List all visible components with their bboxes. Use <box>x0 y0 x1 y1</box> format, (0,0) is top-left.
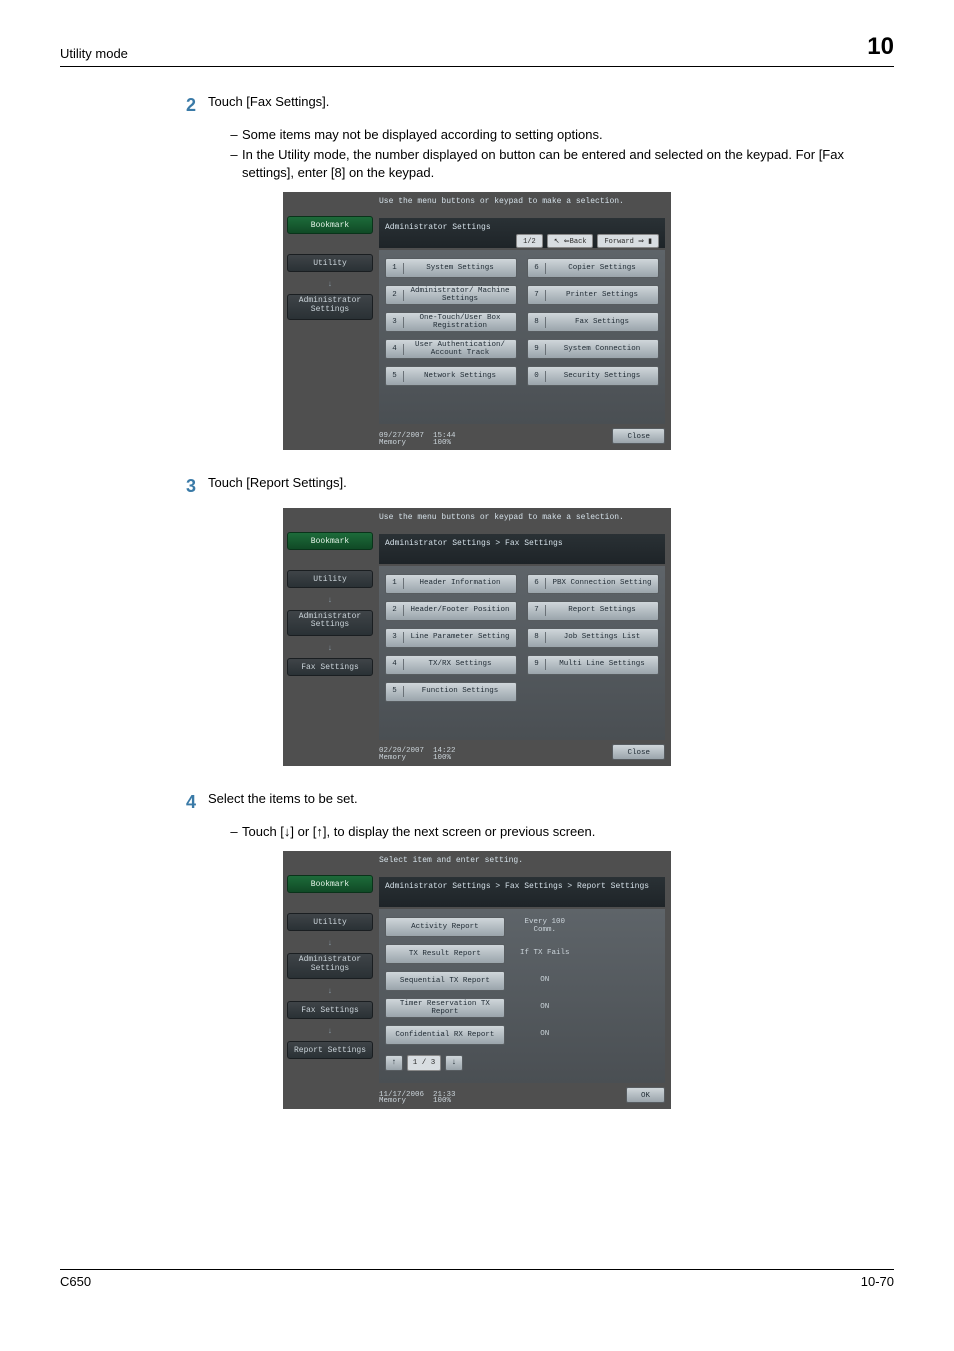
header-chapter: 10 <box>867 30 894 64</box>
step-4: 4 Select the items to be set. <box>180 790 894 815</box>
menu-item-1[interactable]: 1System Settings <box>385 258 517 278</box>
report-item-button[interactable]: Activity Report <box>385 917 505 937</box>
breadcrumb: Administrator Settings > Fax Settings > … <box>385 881 659 892</box>
menu-item-7[interactable]: 7Printer Settings <box>527 285 659 305</box>
admin-settings-btn[interactable]: Administrator Settings <box>287 953 373 979</box>
menu-item-9[interactable]: 9System Connection <box>527 339 659 359</box>
footer-page: 10-70 <box>861 1273 894 1291</box>
report-item-button[interactable]: TX Result Report <box>385 944 505 964</box>
report-item-button[interactable]: Timer Reservation TX Report <box>385 998 505 1018</box>
menu-item-9[interactable]: 9Multi Line Settings <box>527 655 659 675</box>
prompt: Use the menu buttons or keypad to make a… <box>379 512 624 523</box>
report-settings-btn[interactable]: Report Settings <box>287 1041 373 1059</box>
menu-item-4[interactable]: 4User Authentication/ Account Track <box>385 339 517 359</box>
step-text: Touch [Report Settings]. <box>208 474 894 499</box>
bookmark-btn[interactable]: Bookmark <box>287 532 373 550</box>
breadcrumb: Administrator Settings <box>385 222 659 233</box>
chevron-down-icon: ↓ <box>287 280 373 290</box>
screenshot-admin-settings: Use the menu buttons or keypad to make a… <box>283 192 671 450</box>
page-down-button[interactable]: ↓ <box>445 1055 463 1071</box>
report-item-value: ON <box>513 998 577 1018</box>
close-button[interactable]: Close <box>612 428 665 444</box>
page-up-button[interactable]: ↑ <box>385 1055 403 1071</box>
breadcrumb: Administrator Settings > Fax Settings <box>385 538 659 549</box>
report-row: Confidential RX Report ON <box>385 1025 577 1045</box>
report-item-button[interactable]: Confidential RX Report <box>385 1025 505 1045</box>
titlebar: Administrator Settings 1/2 ↖ ⇐Back Forwa… <box>379 218 665 248</box>
menu-item-3[interactable]: 3One-Touch/User Box Registration <box>385 312 517 332</box>
admin-settings-btn[interactable]: Administrator Settings <box>287 294 373 320</box>
step-number: 3 <box>180 474 208 499</box>
page-indicator: 1/2 <box>516 234 543 248</box>
report-item-value: ON <box>513 971 577 991</box>
close-button[interactable]: Close <box>612 744 665 760</box>
menu-item-6[interactable]: 6PBX Connection Setting <box>527 574 659 594</box>
screenshot-report-settings: Select item and enter setting. Bookmark … <box>283 851 671 1109</box>
menu-item-2[interactable]: 2Header/Footer Position <box>385 601 517 621</box>
page-footer: C650 10-70 <box>60 1269 894 1291</box>
menu-item-7[interactable]: 7Report Settings <box>527 601 659 621</box>
menu-item-1[interactable]: 1Header Information <box>385 574 517 594</box>
bookmark-btn[interactable]: Bookmark <box>287 216 373 234</box>
prompt: Use the menu buttons or keypad to make a… <box>379 196 624 207</box>
report-row: Sequential TX Report ON <box>385 971 577 991</box>
chevron-down-icon: ↓ <box>287 987 373 997</box>
menu-item-8[interactable]: 8Job Settings List <box>527 628 659 648</box>
step-number: 4 <box>180 790 208 815</box>
footer-model: C650 <box>60 1273 91 1291</box>
utility-btn[interactable]: Utility <box>287 570 373 588</box>
chevron-down-icon: ↓ <box>287 1027 373 1037</box>
menu-item-0[interactable]: 0Security Settings <box>527 366 659 386</box>
step-2-bullets: –Some items may not be displayed accordi… <box>226 126 894 183</box>
step-text: Select the items to be set. <box>208 790 894 815</box>
menu-item-6[interactable]: 6Copier Settings <box>527 258 659 278</box>
screenshot-fax-settings: Use the menu buttons or keypad to make a… <box>283 508 671 766</box>
chevron-down-icon: ↓ <box>287 596 373 606</box>
chevron-down-icon: ↓ <box>287 939 373 949</box>
report-item-value: Every 100 Comm. <box>513 917 577 937</box>
menu-item-3[interactable]: 3Line Parameter Setting <box>385 628 517 648</box>
back-button[interactable]: ↖ ⇐Back <box>547 234 594 248</box>
report-item-value: ON <box>513 1025 577 1045</box>
step-text: Touch [Fax Settings]. <box>208 93 894 118</box>
sidebar: Bookmark Utility ↓ Administrator Setting… <box>287 216 373 328</box>
footer-memory-label: Memory <box>379 438 433 449</box>
fax-settings-btn[interactable]: Fax Settings <box>287 658 373 676</box>
ok-button[interactable]: OK <box>626 1087 665 1103</box>
fax-settings-btn[interactable]: Fax Settings <box>287 1001 373 1019</box>
step-2: 2 Touch [Fax Settings]. <box>180 93 894 118</box>
report-item-value: If TX Fails <box>513 944 577 964</box>
menu-item-8[interactable]: 8Fax Settings <box>527 312 659 332</box>
report-item-button[interactable]: Sequential TX Report <box>385 971 505 991</box>
header-left: Utility mode <box>60 45 128 63</box>
footer-memory-value: 100% <box>433 438 451 449</box>
page-count: 1 / 3 <box>407 1055 441 1071</box>
menu-item-5[interactable]: 5Network Settings <box>385 366 517 386</box>
menu-item-2[interactable]: 2Administrator/ Machine Settings <box>385 285 517 305</box>
pager: ↑ 1 / 3 ↓ <box>385 1055 659 1071</box>
utility-btn[interactable]: Utility <box>287 913 373 931</box>
forward-button[interactable]: Forward ⇒ ▮ <box>597 234 659 248</box>
bookmark-btn[interactable]: Bookmark <box>287 875 373 893</box>
prompt: Select item and enter setting. <box>379 855 523 866</box>
report-row: Activity Report Every 100 Comm. <box>385 917 577 937</box>
menu-item-4[interactable]: 4TX/RX Settings <box>385 655 517 675</box>
admin-settings-btn[interactable]: Administrator Settings <box>287 610 373 636</box>
report-row: Timer Reservation TX Report ON <box>385 998 577 1018</box>
page-header: Utility mode 10 <box>60 30 894 67</box>
menu-item-5[interactable]: 5Function Settings <box>385 682 517 702</box>
step-3: 3 Touch [Report Settings]. <box>180 474 894 499</box>
chevron-down-icon: ↓ <box>287 644 373 654</box>
step-number: 2 <box>180 93 208 118</box>
report-row: TX Result Report If TX Fails <box>385 944 577 964</box>
utility-btn[interactable]: Utility <box>287 254 373 272</box>
